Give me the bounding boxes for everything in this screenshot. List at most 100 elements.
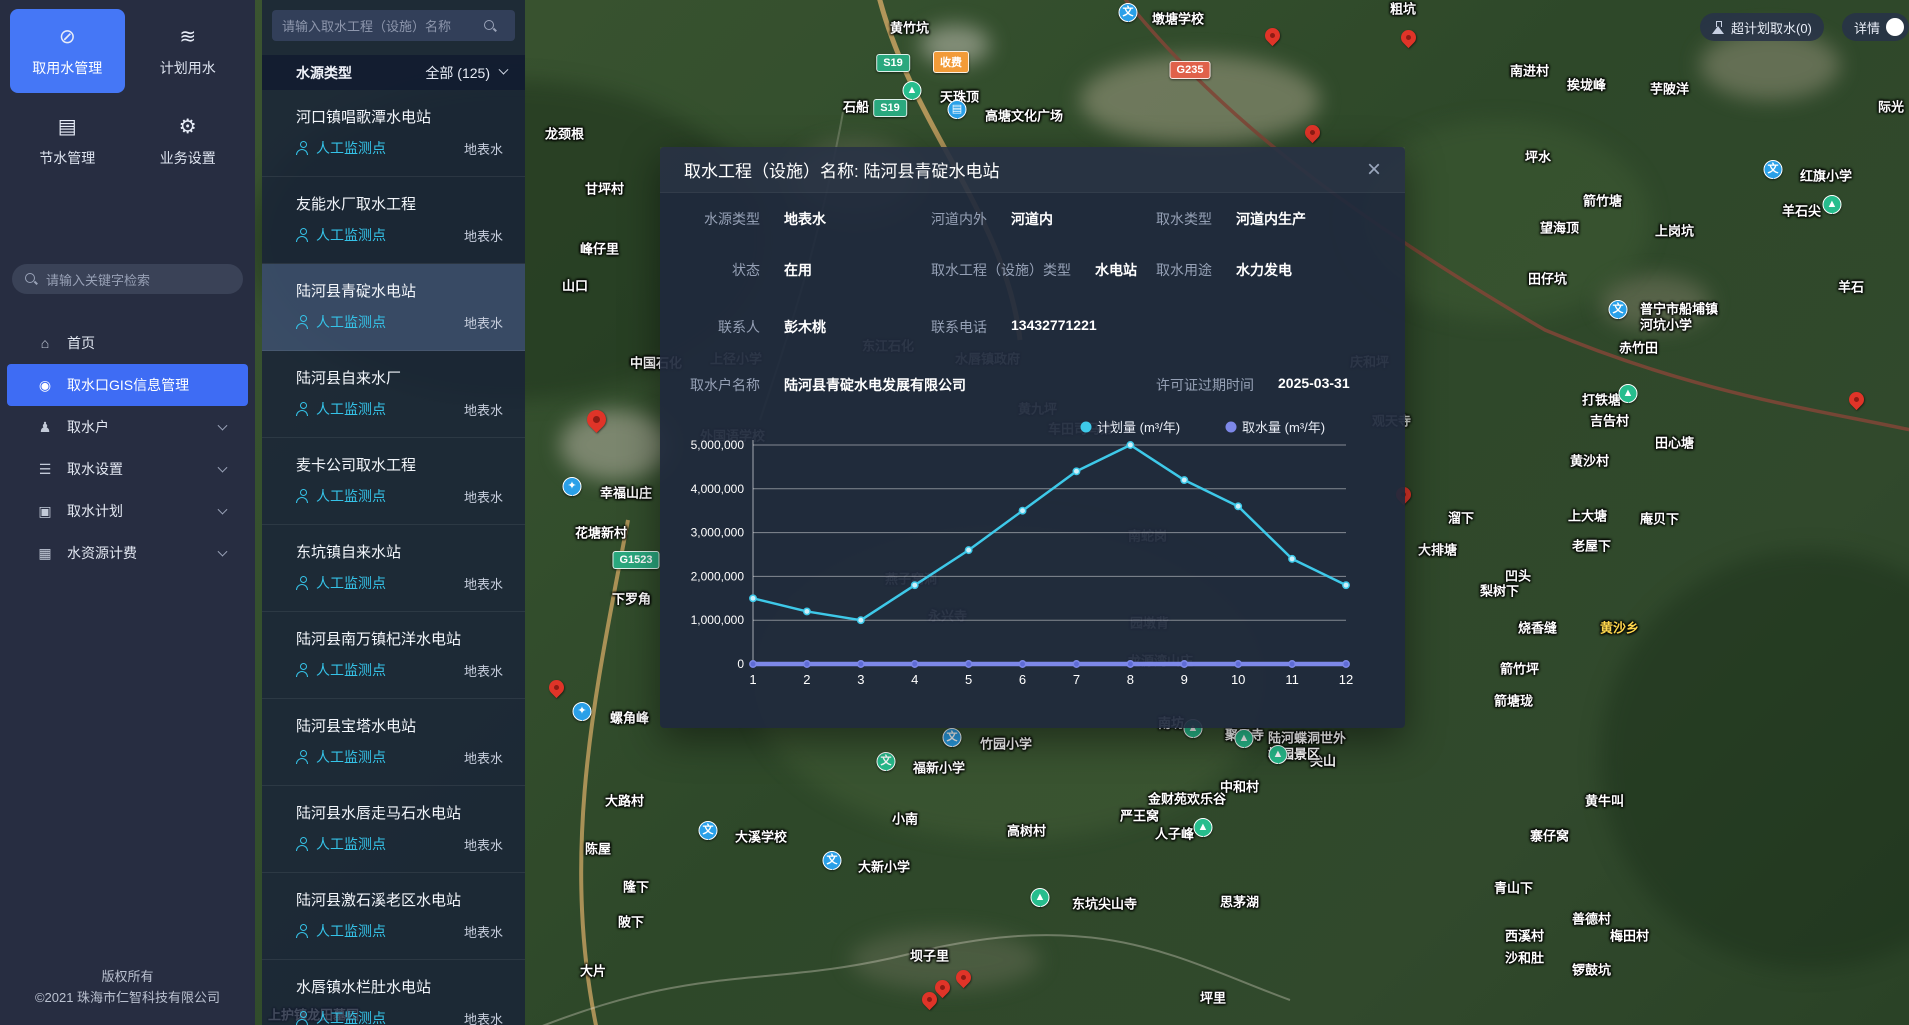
marker-glyph: ▲ xyxy=(1198,822,1209,833)
map-label: 上大塘 xyxy=(1568,506,1607,525)
school-green-marker[interactable]: 文 xyxy=(877,752,896,771)
field-label: 取水户名称 xyxy=(690,375,760,395)
list-item[interactable]: 陆河县南万镇杞洋水电站人工监测点地表水 xyxy=(262,612,525,699)
person-icon xyxy=(296,837,309,851)
sidebar-item-取水户[interactable]: ♟取水户 xyxy=(7,406,248,448)
school-blue-marker[interactable]: 文 xyxy=(1764,160,1783,179)
sidebar-item-取水口GIS信息管理[interactable]: ◉取水口GIS信息管理 xyxy=(7,364,248,406)
intake-meta: 人工监测点地表水 xyxy=(296,225,503,245)
temple-green-marker[interactable]: ▲ xyxy=(1235,729,1254,748)
list-item[interactable]: 陆河县水唇走马石水电站人工监测点地表水 xyxy=(262,786,525,873)
temple-green-marker[interactable]: ▲ xyxy=(1031,888,1050,907)
svg-text:9: 9 xyxy=(1181,672,1188,687)
building-blue-marker[interactable]: ▤ xyxy=(948,100,967,119)
peak-green-marker[interactable]: ▲ xyxy=(1194,818,1213,837)
road-badge-G1523: G1523 xyxy=(612,551,659,569)
map-label: 羊石 xyxy=(1838,277,1864,296)
svg-text:6: 6 xyxy=(1019,672,1026,687)
school-blue-marker[interactable]: 文 xyxy=(1119,3,1138,22)
poi-blue-marker[interactable]: ✦ xyxy=(573,702,592,721)
toggle-knob[interactable] xyxy=(1886,18,1904,36)
school-blue-marker[interactable]: 文 xyxy=(823,851,842,870)
map-label: 坪水 xyxy=(1525,147,1551,166)
detail-toggle[interactable]: 详情 xyxy=(1842,13,1909,41)
list-item[interactable]: 东坑镇自来水站人工监测点地表水 xyxy=(262,525,525,612)
field-col: 许可证过期时间2025-03-31 xyxy=(1156,375,1405,395)
intake-meta: 人工监测点地表水 xyxy=(296,834,503,854)
svg-text:11: 11 xyxy=(1285,672,1299,687)
peak-green-marker[interactable]: ▲ xyxy=(903,81,922,100)
intake-name: 水唇镇水栏肚水电站 xyxy=(296,976,503,997)
field-col: 取水工程（设施）类型水电站 xyxy=(931,260,1156,280)
sidebar-item-水资源计费[interactable]: ▦水资源计费 xyxy=(7,532,248,574)
marker-glyph: ▲ xyxy=(907,85,918,96)
field-value: 地表水 xyxy=(784,209,826,229)
module-button-取用水管理[interactable]: ⊘取用水管理 xyxy=(10,9,125,93)
module-switcher: ⊘取用水管理≋计划用水▤节水管理⚙业务设置 xyxy=(0,0,255,192)
map-label: 寨仔窝 xyxy=(1530,826,1569,845)
over-plan-button[interactable]: 超计划取水(0) xyxy=(1700,13,1824,41)
intake-name: 陆河县南万镇杞洋水电站 xyxy=(296,628,503,649)
copyright-line2: ©2021 珠海市仁智科技有限公司 xyxy=(0,988,255,1009)
sidebar-item-取水设置[interactable]: ☰取水设置 xyxy=(7,448,248,490)
map-label: 大新小学 xyxy=(858,857,910,876)
school-blue-marker[interactable]: 文 xyxy=(1609,300,1628,319)
intake-meta: 人工监测点地表水 xyxy=(296,312,503,332)
map-label: 挨垅峰 xyxy=(1567,75,1606,94)
intake-search-input[interactable]: 请输入取水工程（设施）名称 xyxy=(272,10,515,41)
map-label: 沙和肚 xyxy=(1505,948,1544,967)
sidebar-item-取水计划[interactable]: ▣ 取水计划 xyxy=(7,490,248,532)
poi-blue-marker[interactable]: ✦ xyxy=(563,477,582,496)
map-label: 坪里 xyxy=(1200,988,1226,1007)
list-item[interactable]: 陆河县宝塔水电站人工监测点地表水 xyxy=(262,699,525,786)
field-col: 状态在用 xyxy=(690,260,931,280)
field-col xyxy=(931,375,1156,395)
person-icon xyxy=(296,141,309,155)
home-icon: ⌂ xyxy=(37,335,53,351)
peak-green-marker[interactable]: ▲ xyxy=(1269,745,1288,764)
field-col: 联系人彭木桃 xyxy=(690,317,931,337)
close-icon[interactable]: × xyxy=(1367,158,1381,182)
map-label: 粗坑 xyxy=(1390,0,1416,18)
school-blue-marker[interactable]: 文 xyxy=(699,821,718,840)
peak-green-marker[interactable]: ▲ xyxy=(1823,195,1842,214)
module-button-业务设置[interactable]: ⚙业务设置 xyxy=(131,99,246,183)
map-label: 金财苑欢乐谷 xyxy=(1148,789,1226,808)
list-item[interactable]: 陆河县自来水厂人工监测点地表水 xyxy=(262,351,525,438)
sidebar-search-input[interactable]: 请输入关键字检索 xyxy=(12,264,243,294)
svg-text:5,000,000: 5,000,000 xyxy=(691,438,745,452)
list-item[interactable]: 友能水厂取水工程人工监测点地表水 xyxy=(262,177,525,264)
map-label: 上岗坑 xyxy=(1655,221,1694,240)
intake-name: 陆河县自来水厂 xyxy=(296,367,503,388)
menu-label: 取水计划 xyxy=(67,501,123,521)
marker-glyph: 文 xyxy=(947,732,958,743)
list-item[interactable]: 陆河县激石溪老区水电站人工监测点地表水 xyxy=(262,873,525,960)
line-chart-svg: 01,000,0002,000,0003,000,0004,000,0005,0… xyxy=(678,415,1388,715)
intake-name: 麦卡公司取水工程 xyxy=(296,454,503,475)
gear-icon: ⚙ xyxy=(179,114,197,139)
intake-meta: 人工监测点地表水 xyxy=(296,399,503,419)
field-label: 取水类型 xyxy=(1156,209,1212,229)
map-label: 羊石尖 xyxy=(1782,201,1821,220)
plan-icon: ▣ xyxy=(37,503,53,520)
map-label: 赤竹田 xyxy=(1619,338,1658,357)
field-value: 河道内 xyxy=(1011,209,1053,229)
list-item[interactable]: 水唇镇水栏肚水电站人工监测点地表水 xyxy=(262,960,525,1025)
water-source-type: 地表水 xyxy=(464,226,503,245)
list-item[interactable]: 陆河县青碇水电站人工监测点地表水 xyxy=(262,264,525,351)
svg-text:1,000,000: 1,000,000 xyxy=(691,613,745,627)
list-item[interactable]: 麦卡公司取水工程人工监测点地表水 xyxy=(262,438,525,525)
field-label: 联系电话 xyxy=(931,317,987,337)
field-col: 取水户名称陆河县青碇水电发展有限公司 xyxy=(690,375,931,395)
peak-green-marker[interactable]: ▲ xyxy=(1619,384,1638,403)
list-item[interactable]: 河口镇唱歌潭水电站人工监测点地表水 xyxy=(262,90,525,177)
sidebar-item-首页[interactable]: ⌂首页 xyxy=(7,322,248,364)
school-blue-marker[interactable]: 文 xyxy=(943,728,962,747)
marker-glyph: 文 xyxy=(1613,304,1624,315)
module-button-节水管理[interactable]: ▤节水管理 xyxy=(10,99,125,183)
water-source-type: 地表水 xyxy=(464,835,503,854)
module-button-计划用水[interactable]: ≋计划用水 xyxy=(131,9,246,93)
source-type-filter[interactable]: 全部 (125) xyxy=(425,63,507,83)
road-badge-收费: 收费 xyxy=(933,51,969,73)
sidebar-menu: ⌂首页◉取水口GIS信息管理♟取水户☰取水设置 ▣ 取水计划 ▦水资源计费 xyxy=(0,322,255,574)
